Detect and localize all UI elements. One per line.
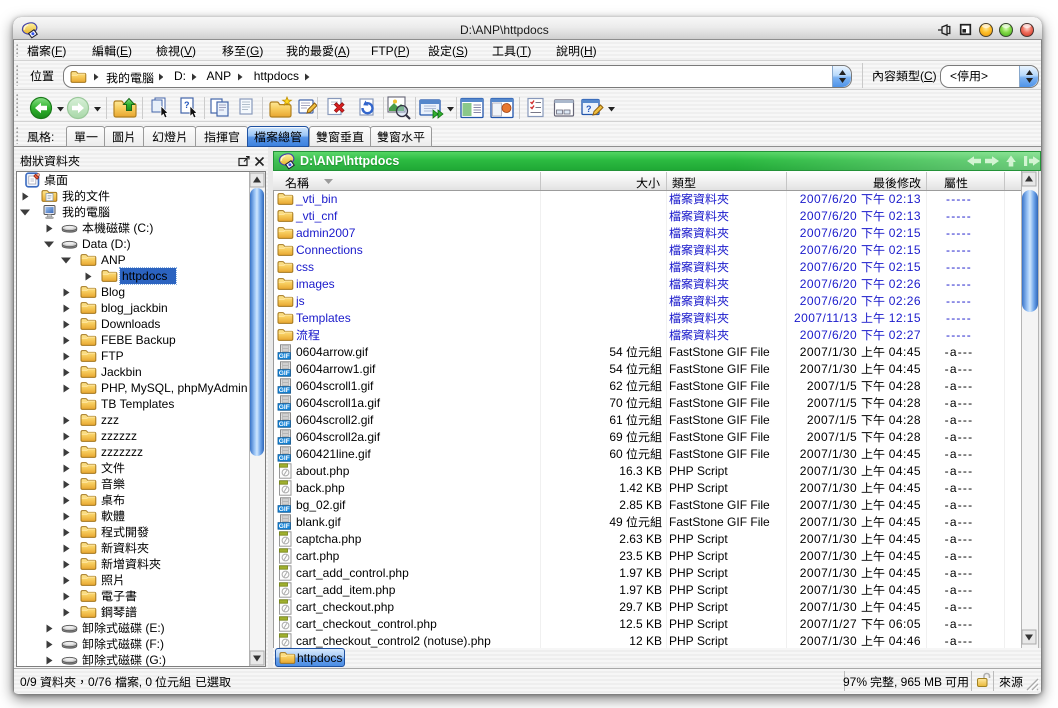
svg-text:GIF: GIF (279, 370, 290, 377)
svg-text:GIF: GIF (279, 404, 290, 411)
svg-text:GIF: GIF (279, 506, 290, 513)
svg-text:GIF: GIF (279, 353, 290, 360)
svg-text:GIF: GIF (279, 421, 290, 428)
svg-text:?: ? (184, 100, 190, 110)
svg-text:GIF: GIF (279, 387, 290, 394)
svg-text:GIF: GIF (279, 455, 290, 462)
svg-text:GIF: GIF (279, 523, 290, 530)
svg-text:?: ? (586, 104, 592, 114)
svg-text:GIF: GIF (279, 438, 290, 445)
